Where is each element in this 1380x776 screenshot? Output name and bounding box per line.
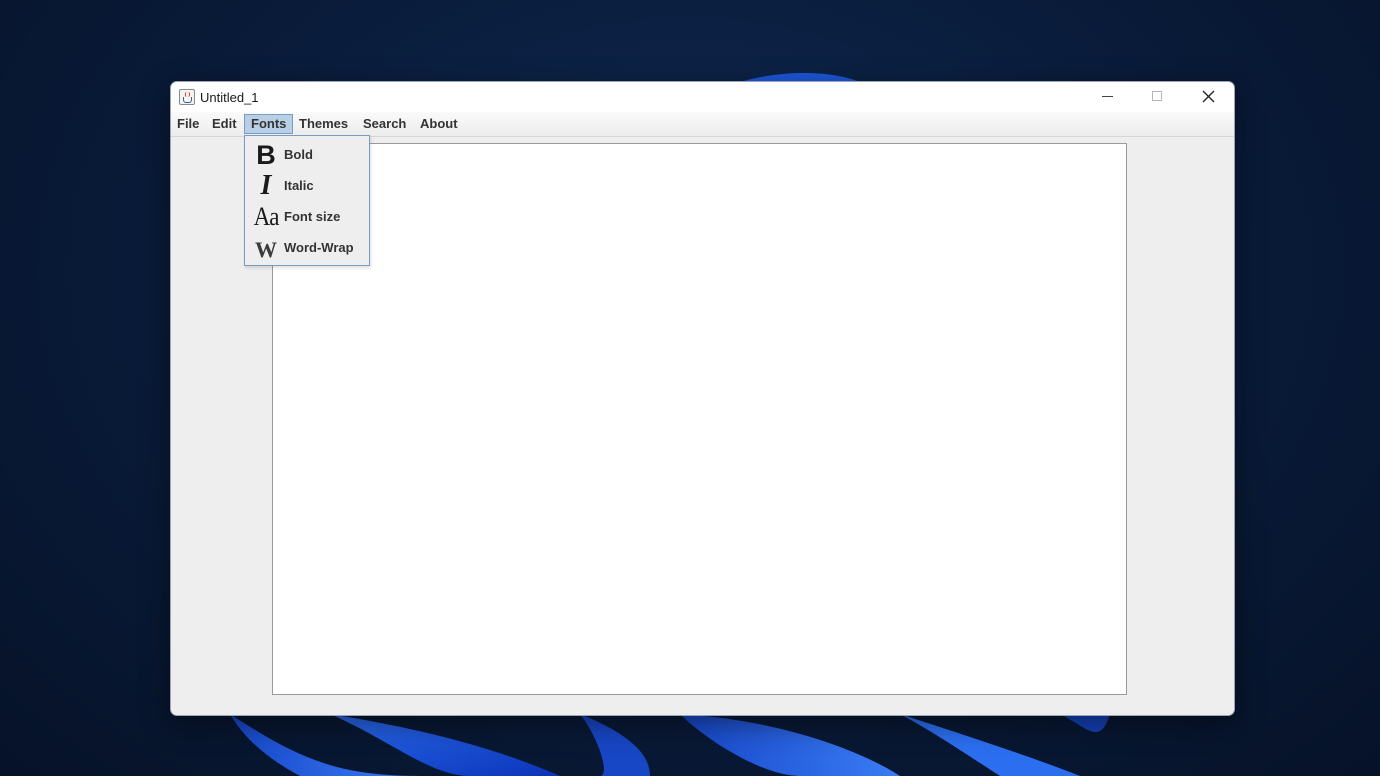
fonts-menu-item-word-wrap[interactable]: W Word-Wrap bbox=[246, 233, 368, 263]
menu-about[interactable]: About bbox=[414, 114, 464, 134]
menu-file[interactable]: File bbox=[171, 114, 205, 134]
close-icon bbox=[1202, 90, 1215, 103]
desktop: Untitled_1 File Edit Fonts Themes Search… bbox=[0, 0, 1380, 776]
fonts-menu-label: Word-Wrap bbox=[284, 240, 354, 255]
fonts-dropdown-menu: B Bold I Italic Aa Font size W Word-Wrap bbox=[244, 135, 370, 266]
bold-icon: B bbox=[256, 140, 276, 170]
fonts-menu-item-italic[interactable]: I Italic bbox=[246, 171, 368, 201]
menu-fonts[interactable]: Fonts bbox=[244, 114, 294, 134]
fonts-menu-label: Italic bbox=[284, 178, 314, 193]
fonts-menu-label: Bold bbox=[284, 147, 313, 162]
italic-icon: I bbox=[260, 170, 272, 201]
maximize-icon bbox=[1152, 91, 1162, 101]
menu-edit[interactable]: Edit bbox=[206, 114, 243, 134]
java-app-icon bbox=[179, 89, 195, 105]
font-size-icon: Aa bbox=[253, 202, 280, 231]
title-bar[interactable]: Untitled_1 bbox=[171, 82, 1234, 112]
text-editor-area[interactable] bbox=[272, 143, 1127, 695]
word-wrap-icon: W bbox=[255, 237, 277, 262]
menu-search[interactable]: Search bbox=[357, 114, 412, 134]
minimize-button[interactable] bbox=[1083, 82, 1131, 112]
maximize-button[interactable] bbox=[1133, 82, 1181, 112]
fonts-menu-item-font-size[interactable]: Aa Font size bbox=[246, 202, 368, 232]
menu-bar: File Edit Fonts Themes Search About bbox=[171, 112, 1234, 137]
fonts-menu-label: Font size bbox=[284, 209, 341, 224]
minimize-icon bbox=[1102, 96, 1113, 97]
menu-themes[interactable]: Themes bbox=[293, 114, 354, 134]
app-window: Untitled_1 File Edit Fonts Themes Search… bbox=[170, 81, 1235, 716]
window-title: Untitled_1 bbox=[200, 90, 259, 105]
fonts-menu-item-bold[interactable]: B Bold bbox=[246, 140, 368, 170]
close-button[interactable] bbox=[1184, 82, 1232, 112]
